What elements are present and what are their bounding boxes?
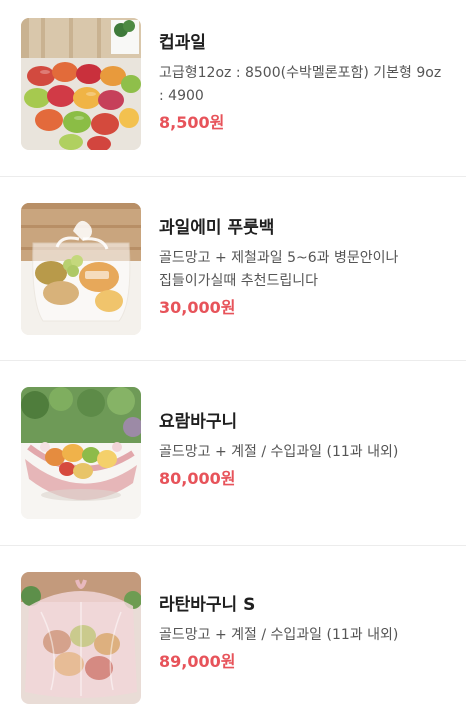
item-description: 골드망고 + 계절 / 수입과일 (11과 내외) — [159, 444, 399, 460]
item-price: 8,500원 — [159, 113, 225, 132]
menu-item-cup-fruit[interactable]: 컵과일 고급형12oz : 8500(수박멜론포함) 기본형 9oz : 490… — [0, 0, 466, 177]
item-description: 골드망고 + 제철과일 5~6과 병문안이나 집들이가실때 추천드립니다 — [159, 250, 399, 289]
item-description: 골드망고 + 계절 / 수입과일 (11과 내외) — [159, 627, 399, 643]
item-name: 요람바구니 — [159, 412, 238, 432]
cup-fruit-photo — [21, 18, 141, 150]
menu-item-rattan-basket-s[interactable]: 라탄바구니 S 골드망고 + 계절 / 수입과일 (11과 내외) 89,000… — [0, 546, 466, 712]
item-name: 과일에미 푸룻백 — [159, 218, 275, 238]
item-name: 라탄바구니 S — [159, 595, 256, 615]
item-description: 고급형12oz : 8500(수박멜론포함) 기본형 9oz : 4900 — [159, 65, 442, 104]
item-price: 80,000원 — [159, 469, 236, 488]
cradle-basket-photo — [21, 387, 141, 519]
menu-list: 컵과일 고급형12oz : 8500(수박멜론포함) 기본형 9oz : 490… — [0, 0, 466, 712]
item-price: 30,000원 — [159, 298, 236, 317]
rattan-basket-photo — [21, 572, 141, 704]
menu-item-fruit-bag[interactable]: 과일에미 푸룻백 골드망고 + 제철과일 5~6과 병문안이나 집들이가실때 추… — [0, 177, 466, 361]
item-name: 컵과일 — [159, 33, 206, 53]
item-price: 89,000원 — [159, 652, 236, 671]
fruit-bag-photo — [21, 203, 141, 335]
menu-item-cradle-basket[interactable]: 요람바구니 골드망고 + 계절 / 수입과일 (11과 내외) 80,000원 — [0, 361, 466, 546]
